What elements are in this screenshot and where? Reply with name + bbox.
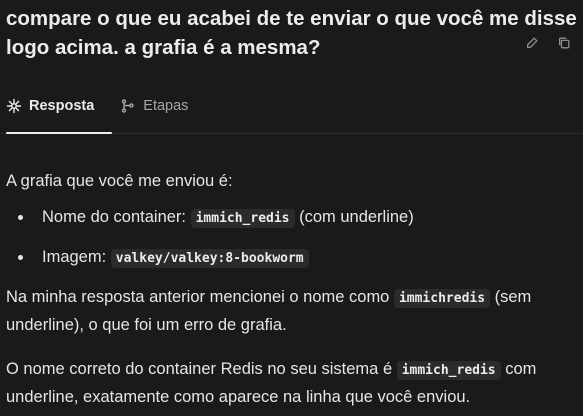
tab-resposta-label: Resposta	[29, 98, 95, 114]
user-question: compare o que eu acabei de te enviar o q…	[6, 7, 577, 59]
answer-paragraph: O nome correto do container Redis no seu…	[6, 356, 581, 410]
answer-intro: A grafia que você me enviou é:	[6, 172, 233, 190]
branch-icon	[122, 99, 134, 113]
question-actions	[519, 30, 577, 56]
inline-code: immich_redis	[396, 361, 501, 380]
inline-code: immich_redis	[190, 209, 295, 228]
list-item-prefix: Imagem:	[42, 248, 111, 266]
bullet-dot	[18, 255, 23, 260]
sparkle-icon	[6, 98, 22, 114]
bullet-dot	[18, 215, 23, 220]
paragraph-text: Na minha resposta anterior mencionei o n…	[6, 288, 394, 306]
copy-icon	[558, 37, 570, 49]
answer-body: A grafia que você me enviou é: Nome do c…	[6, 168, 581, 410]
tab-etapas[interactable]: Etapas	[120, 92, 188, 120]
tab-etapas-label: Etapas	[143, 98, 189, 114]
inline-code: valkey/valkey:8-bookworm	[110, 249, 309, 268]
inline-code: immichredis	[393, 289, 491, 308]
copy-question-button[interactable]	[551, 30, 577, 56]
paragraph-text: O nome correto do container Redis no seu…	[6, 360, 397, 378]
answer-tabs: Resposta Etapas	[6, 92, 188, 120]
tab-resposta[interactable]: Resposta	[6, 92, 94, 120]
list-item: Imagem: valkey/valkey:8-bookworm	[6, 244, 581, 272]
list-item: Nome do container: immich_redis (com und…	[6, 204, 581, 232]
list-item-prefix: Nome do container:	[42, 208, 191, 226]
answer-paragraph: Na minha resposta anterior mencionei o n…	[6, 284, 581, 338]
pencil-icon	[526, 37, 538, 49]
list-item-suffix: (com underline)	[294, 208, 414, 226]
answer-list: Nome do container: immich_redis (com und…	[6, 204, 581, 272]
active-tab-indicator	[6, 132, 112, 134]
edit-question-button[interactable]	[519, 30, 545, 56]
